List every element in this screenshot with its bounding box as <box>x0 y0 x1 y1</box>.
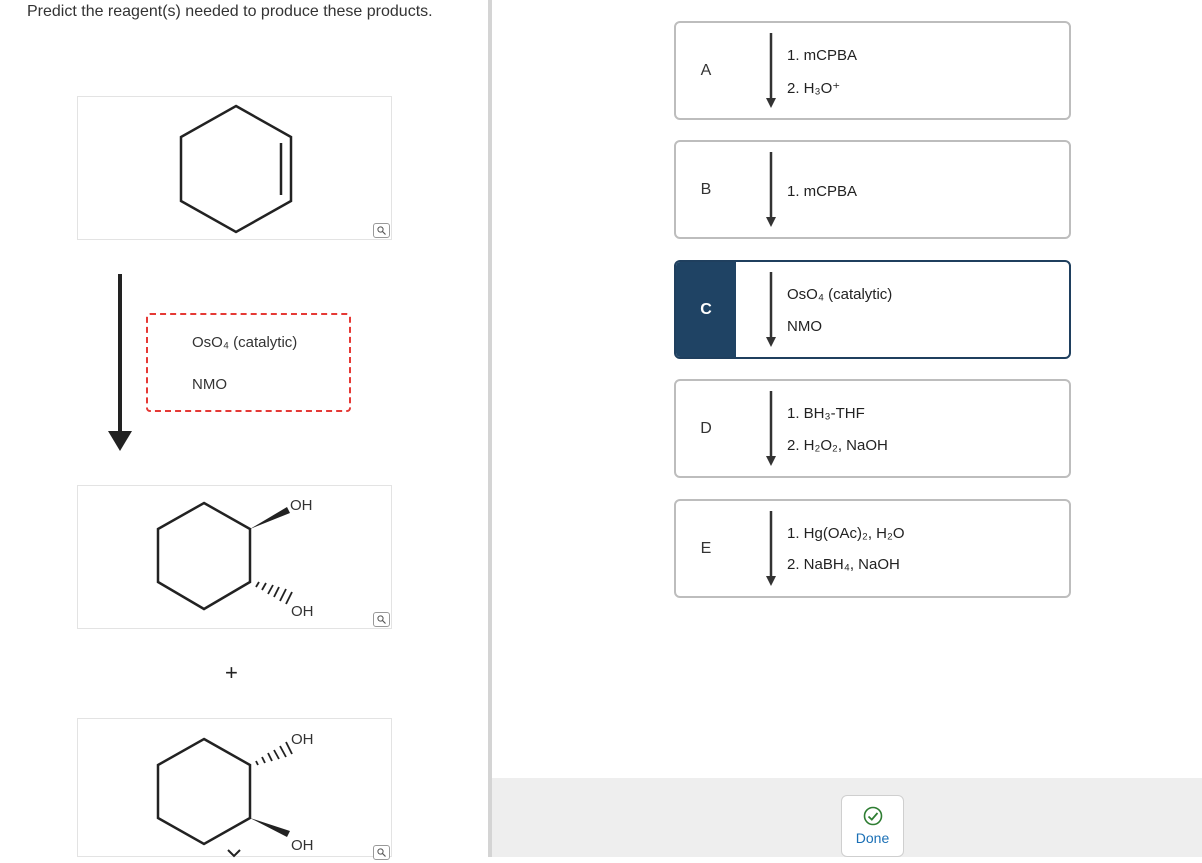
option-letter: B <box>700 180 712 198</box>
option-line-1: 1. BH₃-THF <box>787 405 865 422</box>
reaction-arrow-icon <box>108 274 132 451</box>
option-e[interactable]: E 1. Hg(OAc)₂, H₂O 2. NaBH₄, NaOH <box>674 499 1071 598</box>
option-letter-cell: E <box>676 501 736 596</box>
done-label: Done <box>855 830 890 846</box>
option-line-2: NMO <box>787 318 822 335</box>
option-letter-cell: D <box>676 381 736 476</box>
done-button[interactable]: Done <box>841 795 904 857</box>
left-pane: Predict the reagent(s) needed to produce… <box>0 0 488 860</box>
plus-sign: + <box>225 660 238 685</box>
reaction-arrow-icon <box>766 511 776 586</box>
check-circle-icon <box>863 806 883 826</box>
option-letter-cell: A <box>676 23 736 118</box>
zoom-icon[interactable] <box>373 612 390 627</box>
product-2-structure: OH OH <box>156 731 314 858</box>
reaction-arrow-icon <box>766 272 776 347</box>
reaction-arrow-icon <box>766 391 776 466</box>
question-text: Predict the reagent(s) needed to produce… <box>27 3 433 20</box>
option-b[interactable]: B 1. mCPBA <box>674 140 1071 239</box>
option-letter: C <box>700 300 712 318</box>
product-2-oh-bottom: OH <box>291 837 314 854</box>
reaction-arrow-icon <box>766 152 776 227</box>
reagent-drop-zone[interactable]: OsO₄ (catalytic) NMO <box>146 313 351 412</box>
option-line-1: 1. Hg(OAc)₂, H₂O <box>787 525 905 542</box>
reaction-arrow-icon <box>766 33 776 108</box>
option-letter-cell: B <box>676 142 736 237</box>
option-d[interactable]: D 1. BH₃-THF 2. H₂O₂, NaOH <box>674 379 1071 478</box>
option-line-1: 1. mCPBA <box>787 47 858 64</box>
product-1-oh-bottom: OH <box>291 603 314 620</box>
option-line-2: 2. H₃O⁺ <box>787 80 841 97</box>
reagent-line-2: NMO <box>192 376 227 393</box>
option-line-1: 1. mCPBA <box>787 183 858 200</box>
option-line-2: 2. H₂O₂, NaOH <box>787 437 888 454</box>
zoom-icon[interactable] <box>373 223 390 238</box>
option-letter: D <box>700 419 712 437</box>
product-1-box: OH OH <box>77 485 392 629</box>
option-letter: E <box>700 539 712 557</box>
product-1-oh-top: OH <box>290 497 313 514</box>
reagent-line-1: OsO₄ (catalytic) <box>192 334 298 351</box>
cyclohexene-structure <box>179 104 293 234</box>
product-1-structure: OH OH <box>156 497 314 620</box>
option-letter-cell: C <box>676 262 736 357</box>
option-line-2: 2. NaBH₄, NaOH <box>787 556 900 573</box>
option-c[interactable]: C OsO₄ (catalytic) NMO <box>674 260 1071 359</box>
option-line-1: OsO₄ (catalytic) <box>787 286 893 303</box>
starting-material-box <box>77 96 392 240</box>
option-letter: A <box>700 61 712 79</box>
product-2-oh-top: OH <box>291 731 314 748</box>
option-a[interactable]: A 1. mCPBA 2. H₃O⁺ <box>674 21 1071 120</box>
product-2-box: OH OH <box>77 718 392 858</box>
zoom-icon[interactable] <box>373 845 390 860</box>
